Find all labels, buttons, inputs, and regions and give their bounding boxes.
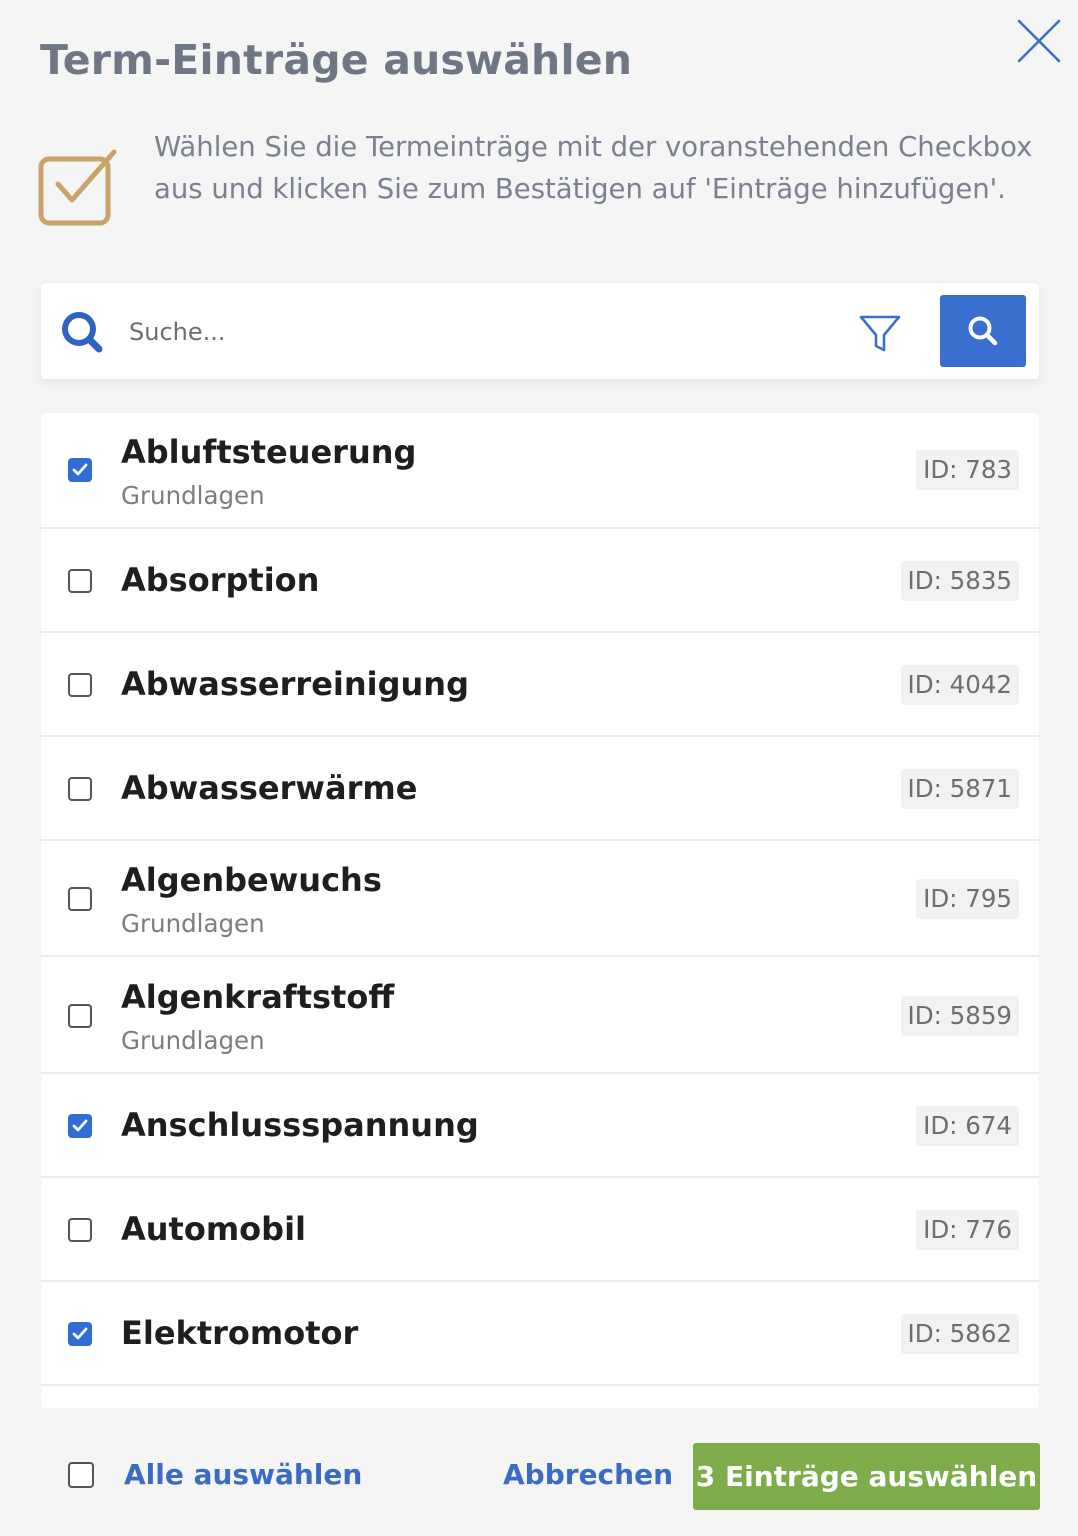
item-label: Elektromotor [121, 1314, 359, 1352]
item-id-badge: ID: 5835 [900, 561, 1019, 601]
item-id-badge: ID: 5859 [900, 996, 1019, 1036]
list-item[interactable]: Absorption ID: 5835 [41, 529, 1039, 633]
item-id-badge: ID: 783 [916, 450, 1019, 490]
item-label: Algenbewuchs [121, 861, 382, 899]
search-input[interactable] [127, 307, 831, 357]
item-checkbox[interactable] [68, 887, 92, 911]
item-label: Abwasserwärme [121, 769, 418, 807]
list-item[interactable]: Algenbewuchs Grundlagen ID: 795 [41, 841, 1039, 957]
filter-icon[interactable] [857, 311, 903, 357]
item-label: Absorption [121, 561, 320, 599]
search-bar [41, 283, 1039, 379]
list-item[interactable]: Automobil ID: 776 [41, 1178, 1039, 1282]
info-text: Wählen Sie die Termeinträge mit der vora… [154, 131, 1033, 205]
item-checkbox[interactable] [68, 1004, 92, 1028]
list-item[interactable]: Abwasserreinigung ID: 4042 [41, 633, 1039, 737]
search-icon [968, 316, 998, 346]
item-category: Grundlagen [121, 1026, 265, 1055]
item-checkbox[interactable] [68, 777, 92, 801]
item-checkbox[interactable] [68, 673, 92, 697]
item-checkbox[interactable] [68, 1322, 92, 1346]
list-item[interactable]: Abluftsteuerung Grundlagen ID: 783 [41, 413, 1039, 529]
list-item[interactable]: Anschlussspannung ID: 674 [41, 1074, 1039, 1178]
item-id-badge: ID: 674 [916, 1106, 1019, 1146]
item-label: Algenkraftstoff [121, 978, 395, 1016]
item-category: Grundlagen [121, 909, 265, 938]
item-checkbox[interactable] [68, 1218, 92, 1242]
item-id-badge: ID: 5862 [900, 1314, 1019, 1354]
select-all-link[interactable]: Alle auswählen [124, 1458, 362, 1491]
item-label: Abluftsteuerung [121, 433, 417, 471]
list-item[interactable]: Elektromotor ID: 5862 [41, 1282, 1039, 1386]
item-id-badge: ID: 4042 [900, 665, 1019, 705]
item-checkbox[interactable] [68, 569, 92, 593]
item-checkbox[interactable] [68, 1114, 92, 1138]
item-id-badge: ID: 5871 [900, 769, 1019, 809]
search-button[interactable] [940, 295, 1026, 367]
item-checkbox[interactable] [68, 458, 92, 482]
cancel-button[interactable]: Abbrechen [503, 1458, 673, 1491]
confirm-button[interactable]: 3 Einträge auswählen [693, 1443, 1040, 1510]
search-icon [59, 309, 107, 357]
item-label: Abwasserreinigung [121, 665, 469, 703]
item-label: Automobil [121, 1210, 306, 1248]
item-id-badge: ID: 776 [916, 1210, 1019, 1250]
checkbox-outline-icon [38, 146, 120, 228]
item-label: Anschlussspannung [121, 1106, 479, 1144]
term-list: Abluftsteuerung Grundlagen ID: 783 Absor… [41, 413, 1039, 1408]
list-item[interactable]: Abwasserwärme ID: 5871 [41, 737, 1039, 841]
item-category: Grundlagen [121, 481, 265, 510]
list-item[interactable]: Algenkraftstoff Grundlagen ID: 5859 [41, 957, 1039, 1074]
item-id-badge: ID: 795 [916, 879, 1019, 919]
close-icon[interactable] [1016, 18, 1062, 64]
dialog-title: Term-Einträge auswählen [40, 36, 633, 84]
select-all-checkbox[interactable] [68, 1462, 94, 1488]
